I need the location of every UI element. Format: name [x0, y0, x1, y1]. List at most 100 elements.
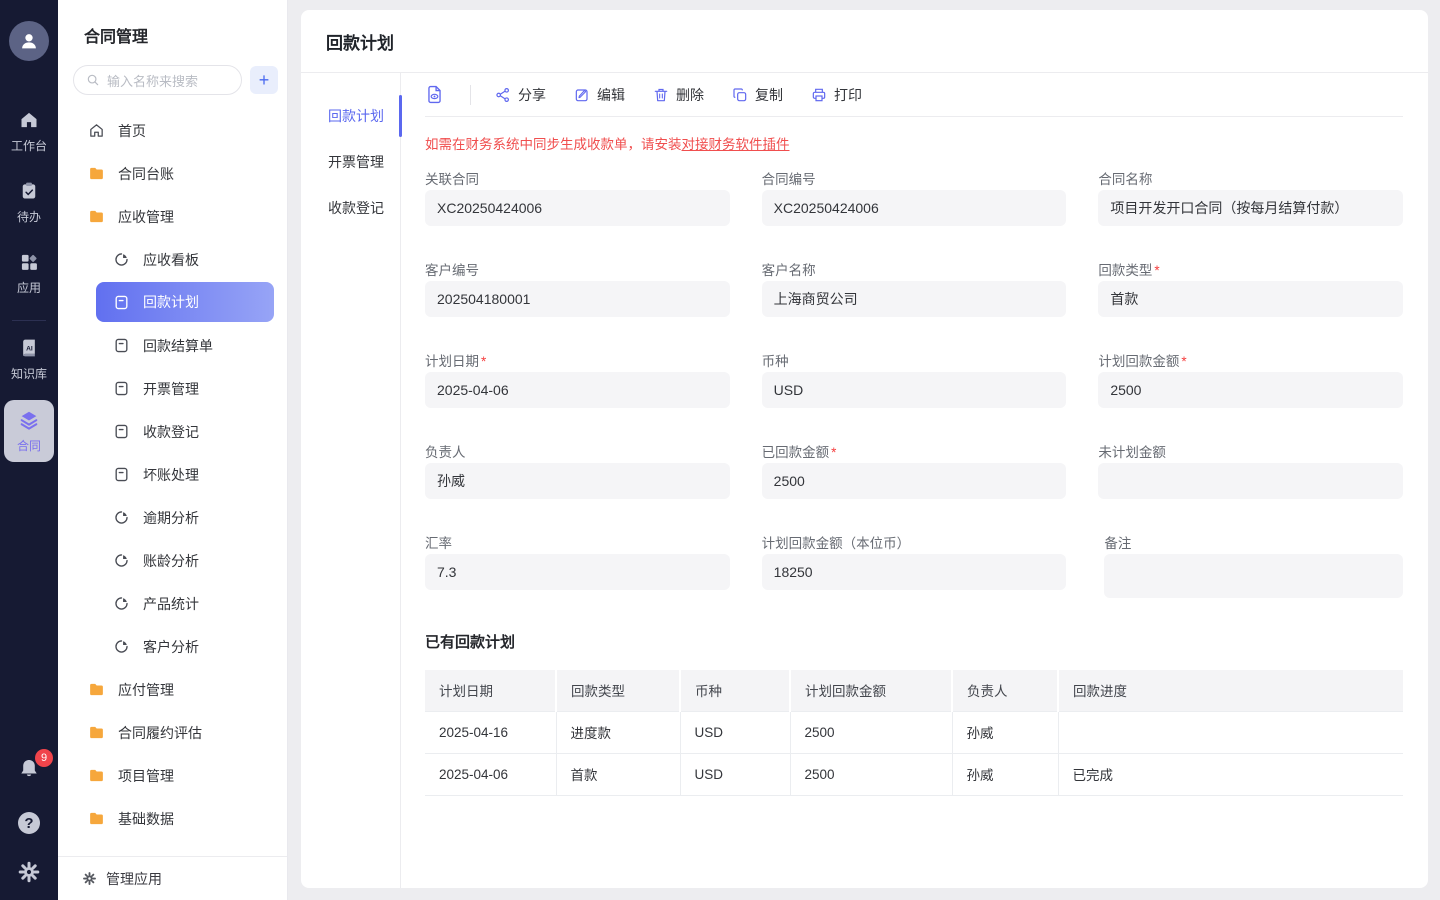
tab-invoicing[interactable]: 开票管理: [301, 139, 400, 185]
rail-item-contract-active[interactable]: 合同: [4, 400, 54, 462]
sidebar-item-label: 应收看板: [143, 250, 199, 270]
col-plan-date: 计划日期: [425, 670, 556, 711]
rail-item-apps[interactable]: 应用: [17, 252, 41, 296]
field-value[interactable]: 上海商贸公司: [762, 281, 1067, 317]
field-exchange-rate: 汇率 7.3: [425, 532, 730, 598]
sidebar-item-base-data[interactable]: 基础数据: [58, 797, 287, 840]
share-button[interactable]: 分享: [495, 85, 546, 105]
toolbar-divider: [470, 85, 471, 105]
field-plan-date: 计划日期* 2025-04-06: [425, 350, 730, 408]
tab-payment-plan[interactable]: 回款计划: [301, 93, 400, 139]
sidebar-item-receivables[interactable]: 应收管理: [58, 195, 287, 238]
cell-progress: [1058, 711, 1403, 753]
action-label: 编辑: [597, 85, 625, 105]
sidebar-item-label: 合同履约评估: [118, 723, 202, 743]
main-area: 回款计划 回款计划 开票管理 收款登记: [288, 0, 1440, 900]
cell-payment-type: 首款: [556, 753, 680, 795]
field-value[interactable]: 孙威: [425, 463, 730, 499]
sidebar-item-overdue-analysis[interactable]: 逾期分析: [58, 496, 287, 539]
detail-form: 关联合同 XC20250424006 合同编号 XC20250424006 合同…: [425, 168, 1403, 598]
field-value[interactable]: 2025-04-06: [425, 372, 730, 408]
sidebar-item-project-mgmt[interactable]: 项目管理: [58, 754, 287, 797]
delete-button[interactable]: 删除: [653, 85, 704, 105]
doc-preview-icon: [425, 85, 444, 104]
field-label: 客户编号: [425, 263, 479, 278]
sidebar-item-payment-plan[interactable]: 回款计划: [96, 282, 274, 322]
rail-item-todo[interactable]: 待办: [17, 181, 41, 225]
field-value[interactable]: 首款: [1098, 281, 1403, 317]
svg-text:AI: AI: [26, 346, 33, 353]
field-value[interactable]: 项目开发开口合同（按每月结算付款）: [1098, 190, 1403, 226]
field-value[interactable]: 202504180001: [425, 281, 730, 317]
sidebar-item-customer-analysis[interactable]: 客户分析: [58, 625, 287, 668]
edit-button[interactable]: 编辑: [574, 85, 625, 105]
cell-planned-amount: 2500: [790, 711, 952, 753]
tab-receipt-register[interactable]: 收款登记: [301, 185, 400, 231]
sidebar-item-aging-analysis[interactable]: 账龄分析: [58, 539, 287, 582]
field-value[interactable]: XC20250424006: [425, 190, 730, 226]
table-row[interactable]: 2025-04-06 首款 USD 2500 孙威 已完成: [425, 753, 1403, 795]
help-button[interactable]: ?: [18, 812, 40, 834]
sidebar-item-label: 逾期分析: [143, 508, 199, 528]
rail-item-knowledge[interactable]: AI 知识库: [11, 338, 47, 382]
cell-currency: USD: [680, 753, 790, 795]
sidebar-item-product-stats[interactable]: 产品统计: [58, 582, 287, 625]
field-value[interactable]: [1098, 463, 1403, 499]
cell-owner: 孙威: [952, 753, 1058, 795]
sidebar-item-receipt-register[interactable]: 收款登记: [58, 410, 287, 453]
search-input[interactable]: 输入名称来搜索: [73, 65, 242, 95]
field-contract-name: 合同名称 项目开发开口合同（按每月结算付款）: [1098, 168, 1403, 226]
table-row[interactable]: 2025-04-16 进度款 USD 2500 孙威: [425, 711, 1403, 753]
rail-label: 知识库: [11, 365, 47, 382]
field-label: 币种: [762, 354, 789, 369]
field-unplanned-amount: 未计划金额: [1098, 441, 1403, 499]
active-tab-indicator: [399, 95, 402, 137]
sidebar-item-home[interactable]: 首页: [58, 109, 287, 152]
field-value[interactable]: 2500: [1098, 372, 1403, 408]
sidebar-item-settlement[interactable]: 回款结算单: [58, 324, 287, 367]
cell-plan-date: 2025-04-06: [425, 753, 556, 795]
existing-plans-title: 已有回款计划: [425, 631, 1403, 652]
field-value[interactable]: XC20250424006: [762, 190, 1067, 226]
card-header: 回款计划: [301, 10, 1428, 73]
copy-icon: [732, 87, 748, 103]
pie-icon: [113, 509, 130, 526]
sidebar-item-performance-eval[interactable]: 合同履约评估: [58, 711, 287, 754]
cell-payment-type: 进度款: [556, 711, 680, 753]
plugin-link[interactable]: 对接财务软件插件: [682, 137, 790, 152]
print-button[interactable]: 打印: [811, 85, 862, 105]
notification-badge: 9: [35, 749, 53, 767]
user-avatar[interactable]: [9, 21, 49, 61]
field-label: 已回款金额: [762, 445, 830, 460]
field-value[interactable]: USD: [762, 372, 1067, 408]
table-header-row: 计划日期 回款类型 币种 计划回款金额 负责人 回款进度: [425, 670, 1403, 711]
field-value[interactable]: [1104, 554, 1403, 598]
field-label: 计划回款金额（本位币）: [762, 536, 911, 551]
sidebar-item-label: 基础数据: [118, 809, 174, 829]
manage-apps-button[interactable]: 管理应用: [58, 856, 287, 900]
field-customer-no: 客户编号 202504180001: [425, 259, 730, 317]
sidebar-item-bad-debt[interactable]: 坏账处理: [58, 453, 287, 496]
notifications-button[interactable]: 9: [17, 757, 41, 786]
copy-button[interactable]: 复制: [732, 85, 783, 105]
preview-button[interactable]: [425, 85, 444, 104]
finance-plugin-warning: 如需在财务系统中同步生成收款单，请安装对接财务软件插件: [425, 133, 1403, 153]
rail-item-workbench[interactable]: 工作台: [11, 110, 47, 154]
sidebar-item-payables[interactable]: 应付管理: [58, 668, 287, 711]
settings-gear-button[interactable]: [17, 860, 41, 884]
search-placeholder: 输入名称来搜索: [107, 71, 198, 90]
field-value[interactable]: 7.3: [425, 554, 730, 590]
add-button[interactable]: +: [250, 66, 278, 94]
required-mark: *: [1181, 354, 1186, 369]
sidebar-item-receivable-board[interactable]: 应收看板: [58, 238, 287, 281]
tab-label: 回款计划: [328, 106, 384, 126]
field-received-amount: 已回款金额* 2500: [762, 441, 1067, 499]
field-value[interactable]: 18250: [762, 554, 1067, 590]
cell-progress: 已完成: [1058, 753, 1403, 795]
sidebar-item-label: 收款登记: [143, 422, 199, 442]
sidebar-item-ledger[interactable]: 合同台账: [58, 152, 287, 195]
sidebar-item-invoicing[interactable]: 开票管理: [58, 367, 287, 410]
col-currency: 币种: [680, 670, 790, 711]
page-title: 回款计划: [326, 29, 394, 54]
field-value[interactable]: 2500: [762, 463, 1067, 499]
